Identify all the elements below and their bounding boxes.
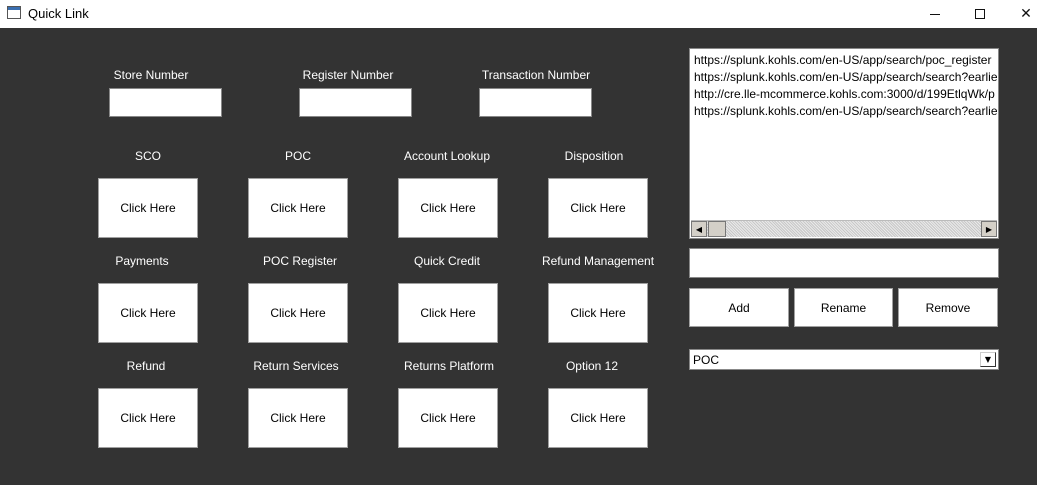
maximize-button[interactable]	[957, 0, 1003, 28]
quick-credit-button[interactable]: Click Here	[398, 283, 498, 343]
close-icon: ✕	[1020, 6, 1032, 22]
app-window-icon	[7, 6, 21, 19]
payments-label: Payments	[115, 254, 169, 268]
payments-button[interactable]: Click Here	[98, 283, 198, 343]
quick-credit-label: Quick Credit	[413, 254, 481, 268]
store-number-field[interactable]	[109, 88, 222, 117]
refund-management-button[interactable]: Click Here	[548, 283, 648, 343]
register-number-input[interactable]	[300, 89, 411, 116]
remove-button[interactable]: Remove	[898, 288, 998, 327]
option-12-button[interactable]: Click Here	[548, 388, 648, 448]
disposition-label: Disposition	[564, 149, 624, 163]
refund-button[interactable]: Click Here	[98, 388, 198, 448]
maximize-icon	[975, 9, 985, 19]
return-services-label: Return Services	[253, 359, 339, 373]
account-lookup-label: Account Lookup	[403, 149, 491, 163]
refund-management-label: Refund Management	[541, 254, 655, 268]
store-number-input[interactable]	[110, 89, 221, 116]
returns-platform-button[interactable]: Click Here	[398, 388, 498, 448]
list-item[interactable]: https://splunk.kohls.com/en-US/app/searc…	[694, 52, 998, 69]
links-list: https://splunk.kohls.com/en-US/app/searc…	[694, 52, 998, 120]
link-name-input[interactable]	[690, 249, 998, 277]
horizontal-scrollbar[interactable]: ◀ ▶	[691, 220, 997, 237]
poc-button[interactable]: Click Here	[248, 178, 348, 238]
return-services-button[interactable]: Click Here	[248, 388, 348, 448]
sco-label: SCO	[134, 149, 162, 163]
add-button[interactable]: Add	[689, 288, 789, 327]
returns-platform-label: Returns Platform	[403, 359, 495, 373]
category-select-value: POC	[693, 353, 720, 367]
list-item[interactable]: http://cre.lle-mcommerce.kohls.com:3000/…	[694, 86, 998, 103]
store-number-label: Store Number	[113, 68, 189, 82]
transaction-number-label: Transaction Number	[481, 68, 591, 82]
account-lookup-button[interactable]: Click Here	[398, 178, 498, 238]
transaction-number-field[interactable]	[479, 88, 592, 117]
links-listbox[interactable]: https://splunk.kohls.com/en-US/app/searc…	[689, 48, 999, 239]
transaction-number-input[interactable]	[480, 89, 591, 116]
window-title: Quick Link	[28, 6, 89, 21]
category-select[interactable]: POC ▼	[689, 349, 999, 370]
scroll-right-icon[interactable]: ▶	[981, 221, 997, 237]
disposition-button[interactable]: Click Here	[548, 178, 648, 238]
list-item[interactable]: https://splunk.kohls.com/en-US/app/searc…	[694, 69, 998, 86]
close-button[interactable]: ✕	[1003, 0, 1037, 28]
sco-button[interactable]: Click Here	[98, 178, 198, 238]
rename-button[interactable]: Rename	[794, 288, 893, 327]
list-item[interactable]: https://splunk.kohls.com/en-US/app/searc…	[694, 103, 998, 120]
register-number-label: Register Number	[302, 68, 394, 82]
scroll-thumb[interactable]	[708, 221, 726, 237]
poc-register-button[interactable]: Click Here	[248, 283, 348, 343]
option-12-label: Option 12	[565, 359, 619, 373]
title-bar: Quick Link ✕	[0, 0, 1037, 28]
refund-label: Refund	[126, 359, 166, 373]
poc-register-label: POC Register	[262, 254, 338, 268]
poc-label: POC	[284, 149, 312, 163]
scroll-left-icon[interactable]: ◀	[691, 221, 707, 237]
chevron-down-icon[interactable]: ▼	[980, 352, 996, 367]
register-number-field[interactable]	[299, 88, 412, 117]
link-name-field[interactable]	[689, 248, 999, 278]
minimize-icon	[930, 13, 940, 15]
minimize-button[interactable]	[912, 0, 958, 28]
